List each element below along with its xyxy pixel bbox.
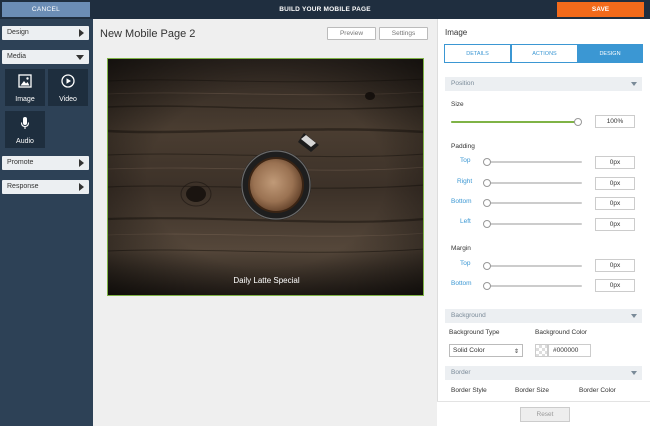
padding-left-knob[interactable] bbox=[483, 220, 491, 228]
margin-top-input[interactable]: 0px bbox=[595, 259, 635, 272]
chevron-down-icon bbox=[631, 314, 637, 318]
sidebar-item-label: Design bbox=[7, 29, 29, 36]
page-title: New Mobile Page 2 bbox=[100, 28, 196, 40]
chevron-down-icon bbox=[631, 82, 637, 86]
sidebar-item-label: Media bbox=[7, 53, 27, 60]
margin-bottom-label: Bottom bbox=[451, 280, 472, 287]
border-size-label: Border Size bbox=[515, 387, 549, 394]
padding-bottom-label: Bottom bbox=[451, 198, 472, 205]
tab-design[interactable]: DESIGN bbox=[577, 44, 643, 63]
background-color-input[interactable]: #000000 bbox=[548, 344, 591, 357]
chevron-down-icon bbox=[76, 55, 84, 60]
tab-actions[interactable]: ACTIONS bbox=[511, 44, 578, 63]
preview-button[interactable]: Preview bbox=[327, 27, 376, 40]
size-label: Size bbox=[451, 101, 464, 108]
select-value: Solid Color bbox=[453, 347, 485, 354]
background-type-select[interactable]: Solid Color ⇕ bbox=[449, 344, 523, 357]
border-style-label: Border Style bbox=[451, 387, 487, 394]
reset-button[interactable]: Reset bbox=[520, 407, 570, 422]
panel-title: Image bbox=[445, 28, 468, 37]
padding-bottom-knob[interactable] bbox=[483, 199, 491, 207]
section-background-header[interactable]: Background bbox=[445, 309, 642, 323]
margin-bottom-slider[interactable] bbox=[486, 285, 582, 287]
padding-bottom-input[interactable]: 0px bbox=[595, 197, 635, 210]
background-color-label: Background Color bbox=[535, 329, 588, 336]
padding-right-input[interactable]: 0px bbox=[595, 177, 635, 190]
sidebar-item-label: Promote bbox=[7, 159, 34, 166]
size-slider-knob[interactable] bbox=[574, 118, 582, 126]
padding-left-input[interactable]: 0px bbox=[595, 218, 635, 231]
updown-arrows-icon: ⇕ bbox=[513, 349, 519, 355]
padding-top-input[interactable]: 0px bbox=[595, 156, 635, 169]
section-position-header[interactable]: Position bbox=[445, 77, 642, 91]
margin-label: Margin bbox=[451, 245, 471, 252]
padding-right-knob[interactable] bbox=[483, 179, 491, 187]
image-icon bbox=[18, 74, 32, 88]
media-tile-label: Video bbox=[59, 96, 77, 103]
border-color-label: Border Color bbox=[579, 387, 616, 394]
sidebar-item-response[interactable]: Response bbox=[2, 180, 89, 194]
padding-top-label: Top bbox=[460, 157, 471, 164]
padding-left-slider[interactable] bbox=[486, 223, 582, 225]
section-title: Border bbox=[451, 369, 471, 376]
save-button[interactable]: SAVE bbox=[557, 2, 644, 17]
padding-right-slider[interactable] bbox=[486, 182, 582, 184]
chevron-right-icon bbox=[79, 183, 84, 191]
media-tile-label: Audio bbox=[16, 138, 34, 145]
section-border-header[interactable]: Border bbox=[445, 366, 642, 380]
padding-top-knob[interactable] bbox=[483, 158, 491, 166]
padding-top-slider[interactable] bbox=[486, 161, 582, 163]
margin-top-knob[interactable] bbox=[483, 262, 491, 270]
margin-bottom-knob[interactable] bbox=[483, 282, 491, 290]
chevron-right-icon bbox=[79, 29, 84, 37]
tab-details[interactable]: DETAILS bbox=[444, 44, 511, 63]
color-swatch[interactable] bbox=[535, 344, 548, 357]
media-tile-image[interactable]: Image bbox=[5, 69, 45, 106]
sidebar-item-design[interactable]: Design bbox=[2, 26, 89, 40]
play-icon bbox=[61, 74, 75, 88]
settings-button[interactable]: Settings bbox=[379, 27, 428, 40]
sidebar-item-label: Response bbox=[7, 183, 39, 190]
padding-bottom-slider[interactable] bbox=[486, 202, 582, 204]
margin-top-label: Top bbox=[460, 260, 471, 267]
padding-left-label: Left bbox=[460, 218, 471, 225]
margin-bottom-input[interactable]: 0px bbox=[595, 279, 635, 292]
coffee-photo bbox=[108, 59, 423, 295]
image-block[interactable]: Daily Latte Special bbox=[107, 58, 424, 296]
media-tile-label: Image bbox=[15, 96, 35, 103]
sidebar-item-promote[interactable]: Promote bbox=[2, 156, 89, 170]
background-type-label: Background Type bbox=[449, 329, 500, 336]
microphone-icon bbox=[20, 117, 30, 129]
chevron-down-icon bbox=[631, 371, 637, 375]
cancel-button[interactable]: CANCEL bbox=[2, 2, 90, 17]
media-tile-video[interactable]: Video bbox=[48, 69, 88, 106]
size-input[interactable]: 100% bbox=[595, 115, 635, 128]
padding-right-label: Right bbox=[457, 178, 473, 185]
media-tile-audio[interactable]: Audio bbox=[5, 111, 45, 148]
size-slider-fill bbox=[451, 121, 578, 123]
sidebar-item-media[interactable]: Media bbox=[2, 50, 89, 64]
padding-label: Padding bbox=[451, 143, 475, 150]
section-title: Background bbox=[451, 312, 486, 319]
section-title: Position bbox=[451, 80, 475, 87]
margin-top-slider[interactable] bbox=[486, 265, 582, 267]
image-caption: Daily Latte Special bbox=[233, 276, 300, 285]
builder-title: BUILD YOUR MOBILE PAGE bbox=[279, 6, 371, 13]
chevron-right-icon bbox=[79, 159, 84, 167]
